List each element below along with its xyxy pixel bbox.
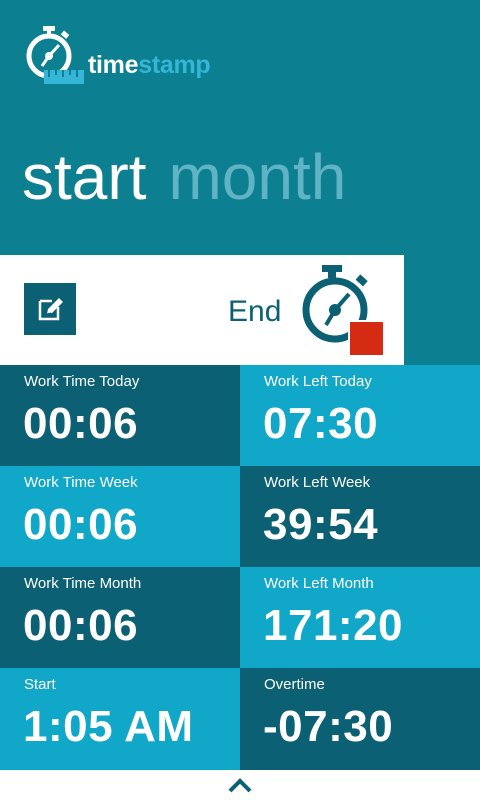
stopwatch-ruler-icon	[26, 26, 84, 84]
tile-label: Work Left Month	[264, 575, 374, 592]
tile-value: -07:30	[263, 702, 394, 751]
tile-label: Work Left Today	[264, 373, 372, 390]
tile-value: 39:54	[263, 500, 379, 549]
action-panel: End	[0, 255, 404, 365]
tile-work-left-today: Work Left Today 07:30	[240, 365, 480, 466]
header: timestamp start month	[0, 0, 480, 255]
tile-label: Work Left Week	[264, 474, 371, 491]
tile-work-time-today: Work Time Today 00:06	[0, 365, 240, 466]
tile-overtime: Overtime -07:30	[240, 668, 480, 770]
app-name-part-1: time	[88, 51, 139, 79]
pivot-item-start[interactable]: start	[22, 141, 146, 213]
app-logo: timestamp	[22, 24, 211, 86]
tile-start: Start 1:05 AM	[0, 668, 240, 770]
tile-label: Start	[24, 676, 56, 693]
tile-work-left-month: Work Left Month 171:20	[240, 567, 480, 668]
tile-label: Work Time Today	[24, 373, 140, 390]
stopwatch-stop-icon	[302, 265, 383, 355]
tile-value: 1:05 AM	[23, 702, 194, 751]
tile-value: 00:06	[23, 601, 139, 650]
edit-button[interactable]	[24, 283, 76, 335]
tile-work-time-week: Work Time Week 00:06	[0, 466, 240, 567]
tile-value: 00:06	[23, 399, 139, 448]
app-bar	[0, 770, 480, 800]
tile-label: Work Time Week	[24, 474, 138, 491]
tile-work-left-week: Work Left Week 39:54	[240, 466, 480, 567]
app-name: timestamp	[88, 51, 211, 80]
tile-value: 07:30	[263, 399, 379, 448]
pivot-item-month[interactable]: month	[168, 141, 346, 213]
end-button[interactable]	[300, 263, 388, 355]
pivot-header: start month	[22, 140, 346, 214]
tile-value: 00:06	[23, 500, 139, 549]
app-name-part-2: stamp	[138, 51, 211, 79]
tile-label: Overtime	[264, 676, 325, 693]
chevron-up-icon[interactable]	[227, 776, 253, 794]
edit-icon	[38, 298, 63, 321]
tile-work-time-month: Work Time Month 00:06	[0, 567, 240, 668]
tile-label: Work Time Month	[24, 575, 142, 592]
tile-value: 171:20	[263, 601, 404, 650]
end-label[interactable]: End	[228, 295, 281, 329]
